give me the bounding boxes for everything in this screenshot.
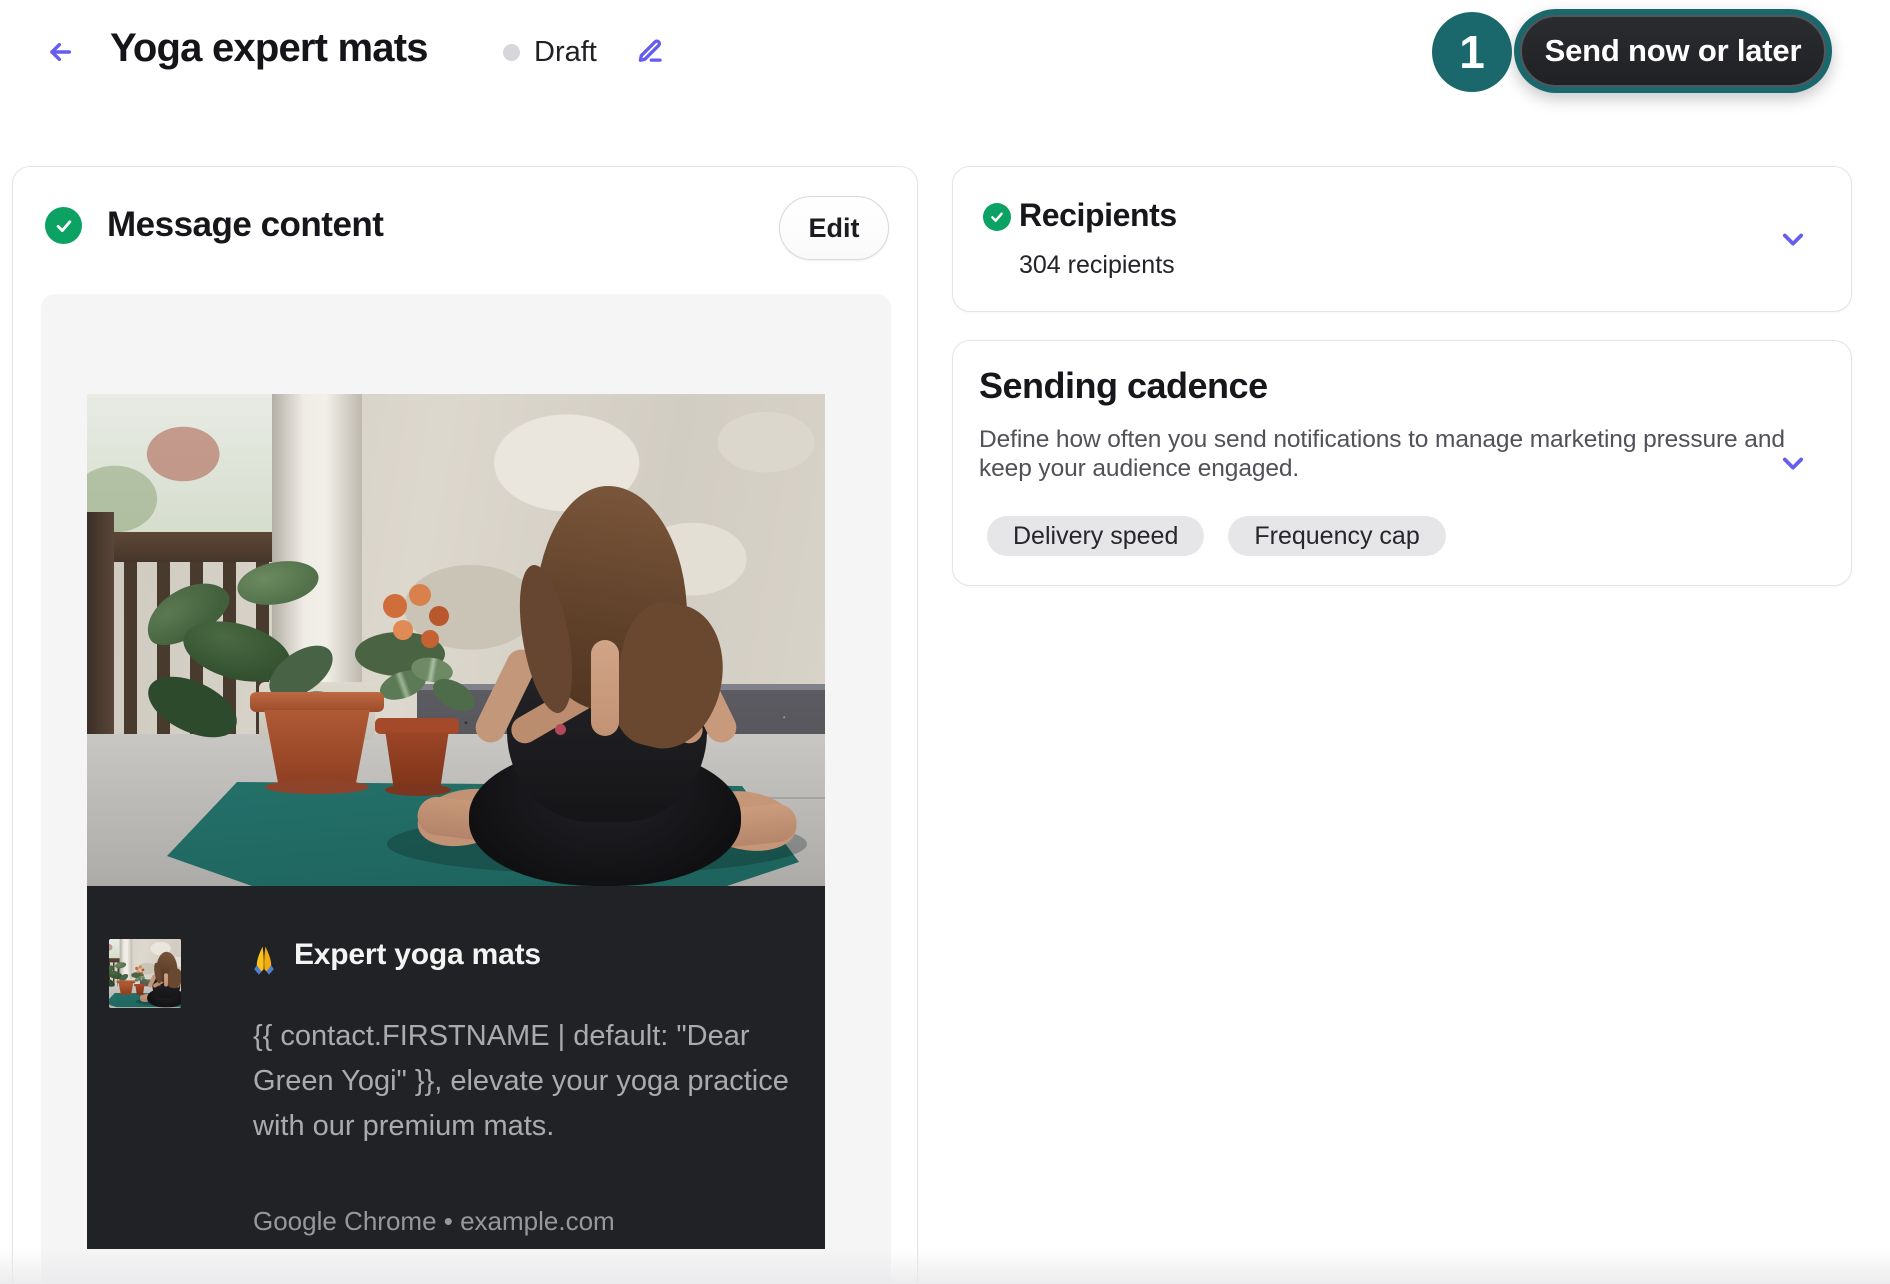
outdoor-light — [87, 394, 272, 544]
check-circle-icon — [45, 207, 82, 244]
orange-flower — [137, 970, 140, 973]
tour-step-badge: 1 — [1432, 12, 1512, 92]
frequency-cap-tag: Frequency cap — [1228, 516, 1445, 556]
sending-cadence-expand-button[interactable] — [1771, 441, 1815, 485]
orange-flower — [429, 606, 449, 626]
rename-campaign-button[interactable] — [628, 28, 672, 72]
notification-source: Google Chrome • example.com — [253, 1206, 615, 1237]
yoga-photo-scene — [109, 939, 181, 1007]
orange-flower — [383, 594, 407, 618]
edit-message-button[interactable]: Edit — [779, 196, 889, 260]
notification-title: Expert yoga mats — [294, 938, 541, 972]
delivery-speed-tag: Delivery speed — [987, 516, 1204, 556]
orange-flower — [140, 972, 143, 975]
sending-cadence-tags: Delivery speed Frequency cap — [987, 516, 1446, 556]
recipients-title: Recipients — [1019, 197, 1177, 234]
arrow-left-icon — [44, 36, 76, 68]
notification-body: {{ contact.FIRSTNAME | default: "Dear Gr… — [253, 1014, 823, 1149]
small-pot-rim — [134, 984, 146, 986]
pencil-icon — [634, 34, 666, 66]
orange-flower — [142, 968, 145, 971]
back-button[interactable] — [40, 32, 80, 72]
sending-cadence-card: Sending cadence Define how often you sen… — [952, 340, 1852, 586]
namaste-hands — [164, 973, 168, 986]
chevron-down-icon — [1779, 225, 1807, 253]
orange-flower — [393, 620, 413, 640]
check-circle-icon — [983, 203, 1011, 231]
outdoor-light — [109, 939, 120, 960]
recipients-count: 304 recipients — [1019, 251, 1175, 280]
bracelet — [555, 724, 566, 735]
recipients-expand-button[interactable] — [1771, 217, 1815, 261]
campaign-editor-page: Yoga expert mats Draft 1 Send now or lat… — [0, 0, 1890, 1284]
page-title: Yoga expert mats — [110, 26, 428, 71]
namaste-hands — [591, 640, 619, 736]
send-button-highlight-ring: Send now or later — [1514, 9, 1832, 93]
message-content-card: Message content Edit — [12, 166, 918, 1284]
recipients-card: Recipients 304 recipients — [952, 166, 1852, 312]
message-preview-panel: Expert yoga mats {{ contact.FIRSTNAME | … — [41, 294, 891, 1284]
yoga-photo-scene — [87, 394, 825, 886]
notification-thumbnail — [109, 939, 181, 1008]
send-now-or-later-button[interactable]: Send now or later — [1520, 15, 1826, 87]
draft-status-label: Draft — [534, 36, 597, 69]
bracelet — [159, 985, 161, 987]
terracotta-pot-rim — [117, 980, 136, 983]
railing-top — [87, 532, 272, 562]
orange-flower — [409, 584, 431, 606]
chevron-down-icon — [1779, 449, 1807, 477]
notification-preview: Expert yoga mats {{ contact.FIRSTNAME | … — [87, 886, 825, 1249]
small-pot-rim — [375, 718, 459, 734]
terracotta-pot-rim — [250, 692, 384, 712]
draft-status-dot — [503, 44, 520, 61]
sending-cadence-description: Define how often you send notifications … — [979, 425, 1809, 483]
praying-hands-emoji — [247, 944, 281, 978]
message-content-title: Message content — [107, 205, 383, 245]
preview-photo — [87, 394, 825, 886]
orange-flower — [421, 630, 439, 648]
notification-thumbnail-photo — [109, 939, 181, 1007]
sending-cadence-title: Sending cadence — [979, 365, 1268, 407]
